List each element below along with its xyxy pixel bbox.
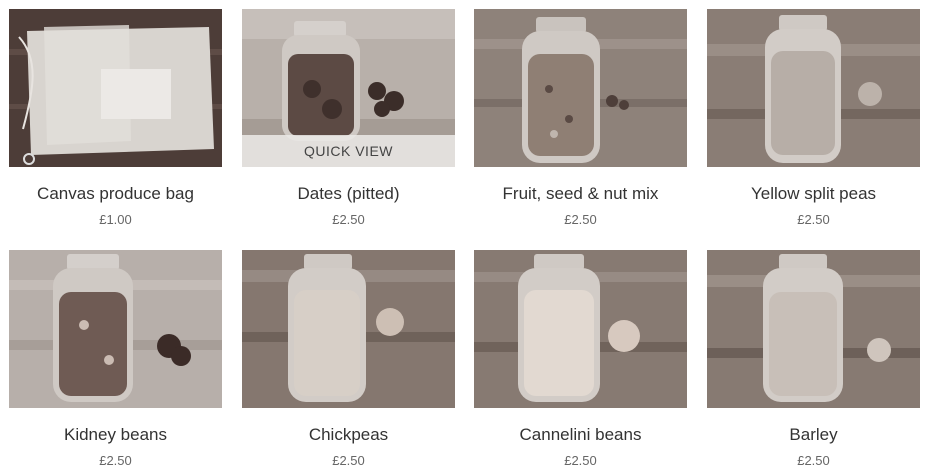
product-name[interactable]: Cannelini beans xyxy=(474,425,687,445)
product-grid: Canvas produce bag £1.00 QUICK VIEW Date… xyxy=(0,0,930,472)
product-card[interactable]: Yellow split peas £2.50 xyxy=(707,9,920,227)
quick-view-overlay[interactable]: QUICK VIEW xyxy=(242,135,455,167)
product-image[interactable] xyxy=(474,250,687,408)
product-price: £2.50 xyxy=(332,453,365,468)
product-name[interactable]: Chickpeas xyxy=(242,425,455,445)
product-name[interactable]: Fruit, seed & nut mix xyxy=(474,184,687,204)
product-image[interactable] xyxy=(707,250,920,408)
product-name[interactable]: Dates (pitted) xyxy=(242,184,455,204)
product-image[interactable] xyxy=(242,250,455,408)
product-name[interactable]: Kidney beans xyxy=(9,425,222,445)
product-card[interactable]: Kidney beans £2.50 xyxy=(9,250,222,468)
product-image[interactable] xyxy=(9,9,222,167)
product-price: £2.50 xyxy=(797,212,830,227)
product-image[interactable] xyxy=(9,250,222,408)
product-name[interactable]: Barley xyxy=(707,425,920,445)
product-price: £2.50 xyxy=(564,453,597,468)
product-image[interactable]: QUICK VIEW xyxy=(242,9,455,167)
product-card[interactable]: Canvas produce bag £1.00 xyxy=(9,9,222,227)
product-price: £2.50 xyxy=(797,453,830,468)
product-name[interactable]: Canvas produce bag xyxy=(9,184,222,204)
product-card[interactable]: Barley £2.50 xyxy=(707,250,920,468)
product-price: £2.50 xyxy=(564,212,597,227)
product-price: £2.50 xyxy=(332,212,365,227)
product-price: £2.50 xyxy=(99,453,132,468)
product-image[interactable] xyxy=(707,9,920,167)
product-price: £1.00 xyxy=(99,212,132,227)
product-card[interactable]: Chickpeas £2.50 xyxy=(242,250,455,468)
product-card[interactable]: QUICK VIEW Dates (pitted) £2.50 xyxy=(242,9,455,227)
product-image[interactable] xyxy=(474,9,687,167)
product-card[interactable]: Fruit, seed & nut mix £2.50 xyxy=(474,9,687,227)
product-card[interactable]: Cannelini beans £2.50 xyxy=(474,250,687,468)
product-name[interactable]: Yellow split peas xyxy=(707,184,920,204)
